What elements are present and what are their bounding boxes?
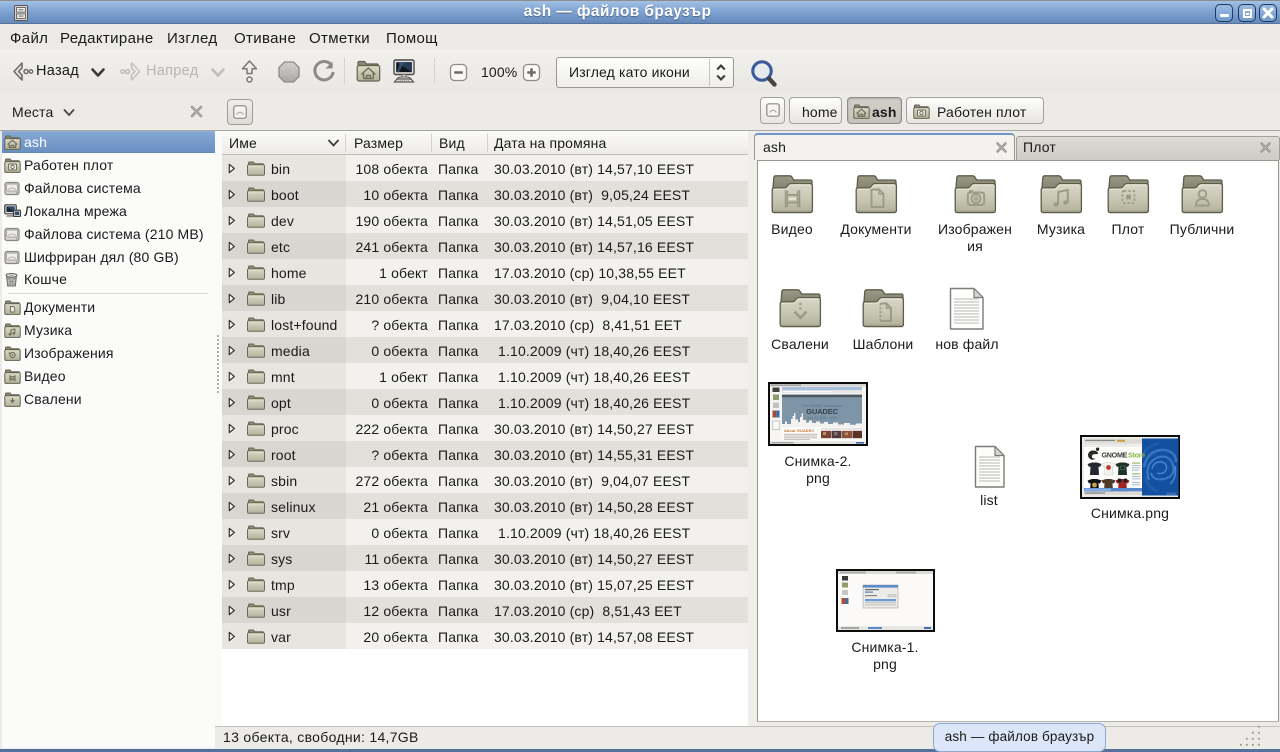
- svg-text:GNOME: GNOME: [1102, 451, 1128, 460]
- svg-text:About GUADEC: About GUADEC: [784, 429, 814, 433]
- svg-text:July 24-30th, 2010: July 24-30th, 2010: [807, 416, 838, 420]
- svg-text:Store: Store: [1128, 451, 1145, 460]
- svg-text:GUADEC: GUADEC: [806, 407, 838, 416]
